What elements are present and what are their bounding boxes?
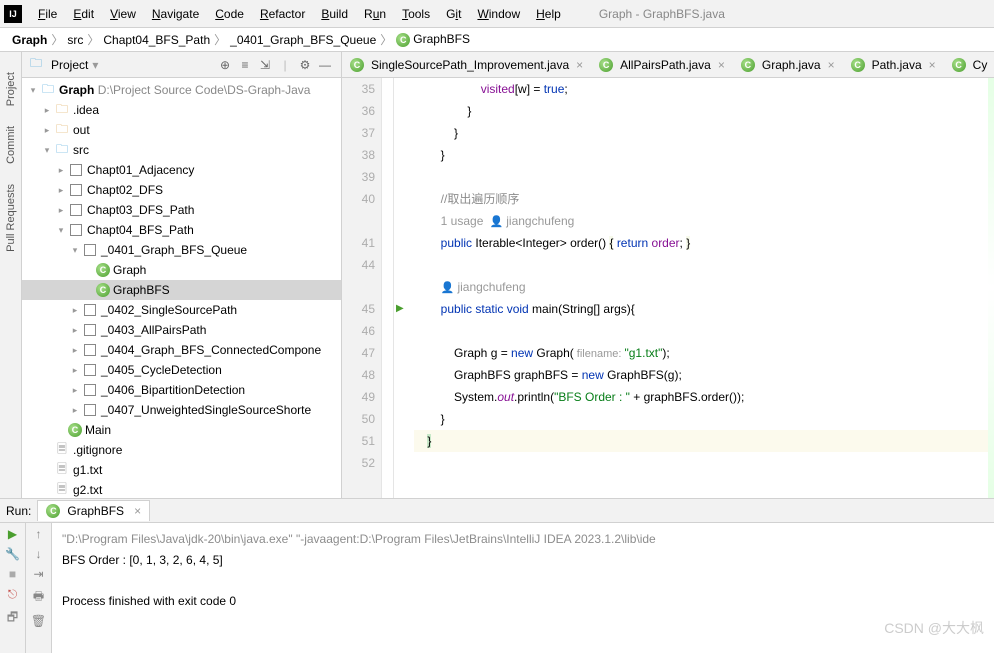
- crumb-ch[interactable]: Chapt04_BFS_Path: [99, 33, 214, 47]
- tree-0401[interactable]: ▾_0401_Graph_BFS_Queue: [22, 240, 341, 260]
- layout-icon[interactable]: 🗗: [7, 608, 18, 629]
- menu-file[interactable]: File: [30, 3, 65, 25]
- main-area: Project Commit Pull Requests 🗀Project ▾ …: [0, 52, 994, 498]
- run-line-icon[interactable]: ▶: [396, 298, 404, 320]
- menu-bar: IJ File Edit View Navigate Code Refactor…: [0, 0, 994, 28]
- crumb-src[interactable]: src: [63, 33, 87, 47]
- breadcrumb: Graph〉 src〉 Chapt04_BFS_Path〉 _0401_Grap…: [0, 28, 994, 52]
- tree-0403[interactable]: ▸_0403_AllPairsPath: [22, 320, 341, 340]
- menu-refactor[interactable]: Refactor: [252, 3, 313, 25]
- editor: CSingleSourcePath_Improvement.java× CAll…: [342, 52, 994, 498]
- run-label: Run:: [6, 504, 31, 518]
- folder-icon: 🗀: [28, 57, 44, 73]
- close-icon[interactable]: ×: [929, 58, 936, 72]
- fold-gutter[interactable]: [382, 78, 394, 498]
- tree-g1[interactable]: 🗏g1.txt: [22, 460, 341, 480]
- trash-icon[interactable]: 🗑: [31, 614, 46, 628]
- author-hint[interactable]: 👤 jiangchufeng: [441, 282, 526, 294]
- wrench-icon[interactable]: 🔧: [5, 547, 20, 561]
- target-icon[interactable]: ⊕: [215, 55, 235, 75]
- tree-src[interactable]: ▾🗀src: [22, 140, 341, 160]
- crumb-pkg[interactable]: _0401_Graph_BFS_Queue: [226, 33, 380, 47]
- tree-cls-graph[interactable]: CGraph: [22, 260, 341, 280]
- menu-navigate[interactable]: Navigate: [144, 3, 207, 25]
- run-output[interactable]: "D:\Program Files\Java\jdk-20\bin\java.e…: [52, 523, 994, 653]
- editor-tabs: CSingleSourcePath_Improvement.java× CAll…: [342, 52, 994, 78]
- run-tab-graphbfs[interactable]: CGraphBFS×: [37, 500, 150, 521]
- menu-edit[interactable]: Edit: [65, 3, 102, 25]
- menu-code[interactable]: Code: [207, 3, 252, 25]
- tab-ssp[interactable]: CSingleSourcePath_Improvement.java×: [342, 52, 591, 77]
- select-icon[interactable]: ≡: [235, 55, 255, 75]
- wrap-icon[interactable]: ⇥: [33, 567, 43, 581]
- tool-commit[interactable]: Commit: [5, 126, 17, 164]
- tree-main[interactable]: CMain: [22, 420, 341, 440]
- menu-tools[interactable]: Tools: [394, 3, 438, 25]
- usage-hint[interactable]: 1 usage 👤 jiangchufeng: [441, 216, 575, 228]
- gear-icon[interactable]: ⚙: [295, 55, 315, 75]
- close-icon[interactable]: ×: [828, 58, 835, 72]
- exit-icon[interactable]: ⎋: [8, 587, 18, 602]
- menu-run[interactable]: Run: [356, 3, 394, 25]
- close-icon[interactable]: ×: [718, 58, 725, 72]
- code-body[interactable]: visited[w] = true; } } } //取出遍历顺序 1 usag…: [410, 78, 988, 498]
- print-icon[interactable]: 🖶: [33, 587, 44, 608]
- tree-g2[interactable]: 🗏g2.txt: [22, 480, 341, 498]
- close-icon[interactable]: ×: [576, 58, 583, 72]
- menu-help[interactable]: Help: [528, 3, 569, 25]
- tab-path[interactable]: CPath.java×: [843, 52, 944, 77]
- close-icon[interactable]: ×: [134, 504, 141, 518]
- menu-build[interactable]: Build: [313, 3, 356, 25]
- run-gutter[interactable]: ▶: [394, 78, 410, 498]
- line-numbers: 353637383940 4144 4546474849505152: [342, 78, 382, 498]
- run-tools-right: ↑ ↓ ⇥ 🖶 🗑: [26, 523, 52, 653]
- tree-ch1[interactable]: ▸Chapt01_Adjacency: [22, 160, 341, 180]
- tab-cy[interactable]: CCy: [944, 52, 994, 77]
- run-tools-left: ▶ 🔧 ■ ⎋ 🗗: [0, 523, 26, 653]
- editor-minimap[interactable]: [988, 78, 994, 498]
- crumb-root[interactable]: Graph: [8, 33, 51, 47]
- run-panel: Run: CGraphBFS× ▶ 🔧 ■ ⎋ 🗗 ↑ ↓ ⇥ 🖶 🗑 "D:\…: [0, 498, 994, 653]
- project-tree[interactable]: ▾🗀Graph D:\Project Source Code\DS-Graph-…: [22, 78, 341, 498]
- down-icon[interactable]: ↓: [36, 547, 42, 561]
- tree-idea[interactable]: ▸🗀.idea: [22, 100, 341, 120]
- tab-graph[interactable]: CGraph.java×: [733, 52, 843, 77]
- tree-0402[interactable]: ▸_0402_SingleSourcePath: [22, 300, 341, 320]
- tree-0406[interactable]: ▸_0406_BipartitionDetection: [22, 380, 341, 400]
- tool-pullreq[interactable]: Pull Requests: [5, 184, 17, 252]
- hide-icon[interactable]: —: [315, 55, 335, 75]
- tree-ch2[interactable]: ▸Chapt02_DFS: [22, 180, 341, 200]
- left-toolwindows: Project Commit Pull Requests: [0, 52, 22, 498]
- tab-ap[interactable]: CAllPairsPath.java×: [591, 52, 733, 77]
- window-title: Graph - GraphBFS.java: [599, 7, 725, 21]
- crumb-file[interactable]: CGraphBFS: [392, 32, 474, 47]
- menu-window[interactable]: Window: [469, 3, 528, 25]
- run-tabs: Run: CGraphBFS×: [0, 499, 994, 523]
- tree-out[interactable]: ▸🗀out: [22, 120, 341, 140]
- tree-ch3[interactable]: ▸Chapt03_DFS_Path: [22, 200, 341, 220]
- project-header: 🗀Project ▾ ⊕ ≡ ⇲ | ⚙ —: [22, 52, 341, 78]
- app-icon: IJ: [4, 5, 22, 23]
- tree-cls-graphbfs[interactable]: CGraphBFS: [22, 280, 341, 300]
- stop-icon[interactable]: ■: [9, 567, 16, 581]
- project-label[interactable]: Project: [51, 58, 88, 72]
- project-panel: 🗀Project ▾ ⊕ ≡ ⇲ | ⚙ — ▾🗀Graph D:\Projec…: [22, 52, 342, 498]
- menu-git[interactable]: Git: [438, 3, 469, 25]
- tree-0404[interactable]: ▸_0404_Graph_BFS_ConnectedCompone: [22, 340, 341, 360]
- tree-ch4[interactable]: ▾Chapt04_BFS_Path: [22, 220, 341, 240]
- menu-view[interactable]: View: [102, 3, 144, 25]
- tree-0405[interactable]: ▸_0405_CycleDetection: [22, 360, 341, 380]
- tree-0407[interactable]: ▸_0407_UnweightedSingleSourceShorte: [22, 400, 341, 420]
- tree-gitignore[interactable]: 🗏.gitignore: [22, 440, 341, 460]
- code-area[interactable]: 353637383940 4144 4546474849505152 ▶ vis…: [342, 78, 994, 498]
- tool-project[interactable]: Project: [5, 72, 17, 106]
- expand-icon[interactable]: ⇲: [255, 55, 275, 75]
- up-icon[interactable]: ↑: [36, 527, 42, 541]
- run-icon[interactable]: ▶: [8, 527, 17, 541]
- tree-root[interactable]: ▾🗀Graph D:\Project Source Code\DS-Graph-…: [22, 80, 341, 100]
